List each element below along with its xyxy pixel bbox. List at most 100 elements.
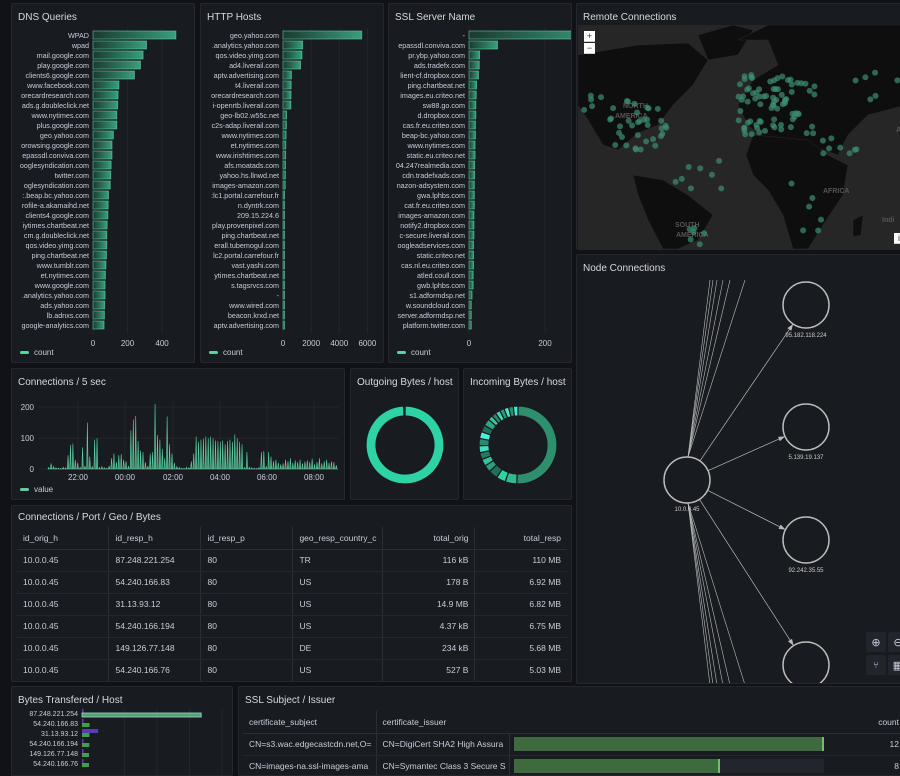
map-zoom-out-button[interactable]: − [584,43,595,54]
connection-marker [742,131,749,138]
table-row[interactable]: 10.0.0.45 54.240.166.83 80 US 178 B 6.92 MB [17,571,567,594]
bar-label: .analytics.yahoo.com [212,41,279,50]
table-cell: 110 MB [474,549,567,572]
table-row[interactable]: 10.0.0.45 87.248.221.254 80 TR 116 kB 110 MB [17,549,567,572]
column-header-count[interactable]: count [829,711,900,734]
bar-label: - [463,31,466,40]
table-cell: 10.0.0.45 [17,615,109,638]
chart-legend[interactable]: count [20,348,54,357]
bar-label: WPAD [68,31,89,40]
x-tick-label: 04:00 [210,473,231,482]
connection-marker [828,135,835,142]
connection-marker [623,142,630,149]
bar-label: www.facebook.com [26,81,89,90]
panel-title: SSL Server Name [395,12,476,23]
connection-marker [581,106,588,113]
bar-label: c-secure.liverail.com [399,231,465,240]
map-info-button[interactable]: i [894,233,900,244]
x-tick-label: 2000 [302,339,320,348]
table-cell: 6.92 MB [474,571,567,594]
bar-label: ping.chartbeat.net [221,231,279,240]
column-header-certificate-issuer[interactable]: certificate_issuer [375,711,509,734]
table-cell: TR [292,549,383,572]
bar [468,250,474,260]
chart-legend[interactable]: value [20,485,53,494]
edge [687,502,711,683]
panel-title: Connections / 5 sec [18,377,106,388]
table-cell: 116 kB [382,549,475,572]
bar-label: epassdl.conviva.com [22,151,89,160]
outgoing-bytes-donut[interactable] [351,389,459,499]
column-header-total-orig[interactable]: total_orig [382,527,475,550]
connection-marker [867,96,874,103]
table-row[interactable]: 10.0.0.45 54.240.166.76 80 US 527 B 5.03 MB [17,659,567,681]
table-cell: 10.0.0.45 [17,571,109,594]
column-header-id-resp-p[interactable]: id_resp_p [200,527,293,550]
world-map[interactable]: NORTHAMERICASOUTHAMERICAAFRICAASIIndi + … [578,25,900,249]
bar-label: lb.adnxs.com [47,311,89,320]
graph-zoom-in-button[interactable]: ⊕ [866,632,886,652]
connection-marker [753,121,760,128]
bar-label: cm.g.doubleclick.net [24,231,89,240]
column-header-certificate-subject[interactable]: certificate_subject [243,711,376,734]
connection-marker [748,131,755,138]
connection-marker [756,93,763,100]
incoming-bytes-donut[interactable] [464,389,572,499]
table-row[interactable]: CN=s3.wac.edgecastcdn.net,O= CN=DigiCert … [243,733,900,756]
bar-label: www.wired.com [228,301,279,310]
table-row[interactable]: 10.0.0.45 149.126.77.148 80 DE 234 kB 5.68 MB [17,637,567,660]
connection-marker [811,83,818,90]
connection-marker [687,236,694,243]
chart-legend[interactable]: count [209,348,243,357]
bar [92,200,109,210]
bar [468,200,475,210]
column-header-id-resp-h[interactable]: id_resp_h [108,527,201,550]
bar-label: geo-lb02.w55c.net [220,111,279,120]
table-row[interactable]: 10.0.0.45 54.240.166.194 80 US 4.37 kB 6.75 M… [17,615,567,638]
bar-label: yahoo.hs.llnwd.net [219,171,279,180]
connections-table-panel: Connections / Port / Geo / Bytes id_orig… [11,505,572,682]
bar [468,130,476,140]
bar-label: orecardresearch.com [211,91,279,100]
column-header-geo-resp-country-c[interactable]: geo_resp_country_c [292,527,383,550]
graph-layout-button[interactable]: ⑂ [866,655,886,675]
table-cell: 87.248.221.254 [108,549,201,572]
map-zoom-in-button[interactable]: + [584,31,595,42]
connections-5sec-panel: Connections / 5 sec 0 100 200 22:00 00:00 02:… [11,368,345,500]
bar-total-orig [82,709,84,713]
graph-grid-button[interactable]: ▦ [888,655,900,675]
y-tick-label: 0 [30,465,35,474]
panel-title: Connections / Port / Geo / Bytes [18,512,161,523]
column-header-id-orig-h[interactable]: id_orig_h [17,527,109,550]
graph-zoom-out-button[interactable]: ⊖ [888,632,900,652]
connection-marker [770,94,777,101]
bar [468,310,472,320]
connection-marker [862,74,869,81]
x-tick-label: 0 [281,339,286,348]
table-cell: 10.0.0.45 [17,593,109,616]
panel-title: Outgoing Bytes / host [357,377,453,388]
bar-total-orig [82,739,84,743]
table-row[interactable]: 10.0.0.45 31.13.93.12 80 US 14.9 MB 6.82 MB [17,593,567,616]
bar-label: server.adformdsp.net [397,311,465,320]
connection-marker [810,130,817,137]
connections-timeseries-chart[interactable]: 0 100 200 22:00 00:00 02:00 04:00 06:00 08:00 [12,389,345,499]
connection-marker [778,91,785,98]
bar-label: cas.fr.eu.criteo.com [403,121,465,130]
bar [468,240,474,250]
column-header-gauge[interactable] [509,711,829,734]
node-graph[interactable]: 10.0.0.45 95.182.118.224 5.139.19.137 92.24… [577,255,900,684]
chart-legend[interactable]: count [397,348,431,357]
bar-label: ooglesyndication.com [20,161,89,170]
connection-marker [687,185,694,192]
center-node [663,456,711,504]
remote-node [782,281,830,329]
connection-marker [644,121,651,128]
edge [687,279,718,458]
x-tick-label: 200 [121,339,135,348]
bar-label: :.beap.bc.yahoo.com [22,191,89,200]
column-header-total-resp[interactable]: total_resp [474,527,567,550]
map-canvas[interactable]: NORTHAMERICASOUTHAMERICAAFRICAASIIndi [578,25,900,249]
gauge-track [513,737,824,751]
bytes-host-panel: Bytes Transfered / Host 87.248.221.254 54… [11,686,233,776]
